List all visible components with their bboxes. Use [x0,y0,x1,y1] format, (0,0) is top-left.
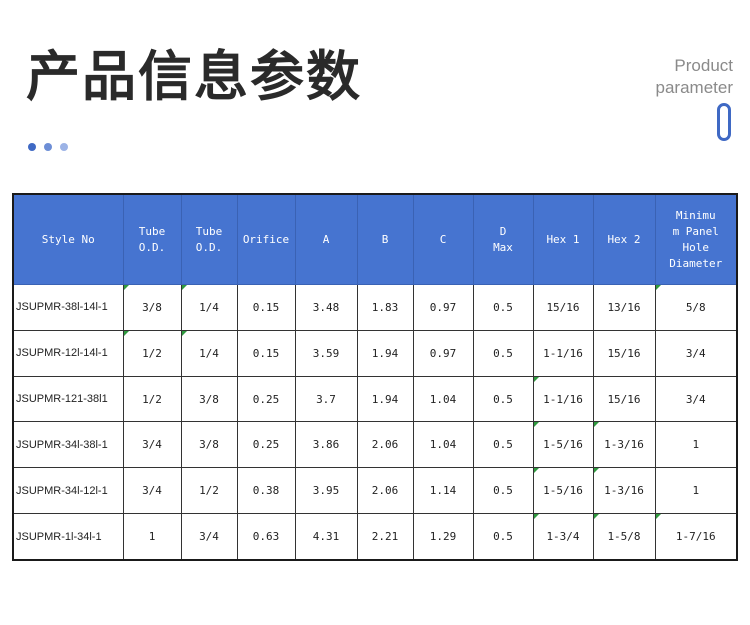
table-cell: 3/4 [122,421,182,469]
table-cell: 1-1/16 [532,375,594,423]
table-cell: 0.5 [472,513,534,561]
table-cell: 1-5/16 [532,421,594,469]
table-row: JSUPMR-34l-12l-1 3/4 1/2 0.38 3.95 2.06 … [12,467,738,515]
table-cell: 1.04 [412,375,474,423]
table-cell: JSUPMR-34l-38l-1 [12,421,124,469]
table-cell: 1/4 [180,284,238,331]
page-title: 产品信息参数 [26,45,362,108]
header-tube-od-1: Tube O.D. [122,193,182,285]
table-cell: JSUPMR-1l-34l-1 [12,513,124,561]
table-cell: 3.59 [294,329,358,377]
table-cell: 5/8 [654,284,738,331]
table-cell: JSUPMR-121-38l1 [12,375,124,423]
table-header-row: Style No Tube O.D. Tube O.D. Orifice A B C… [12,193,738,285]
table-cell: 1.04 [412,421,474,469]
table-row: JSUPMR-121-38l1 1/2 3/8 0.25 3.7 1.94 1.… [12,375,738,423]
table-cell: 1 [654,421,738,469]
table-cell: 0.5 [472,329,534,377]
dot-icon [28,143,36,151]
dot-icon [60,143,68,151]
table-cell: 3/4 [180,513,238,561]
header-hex-2: Hex 2 [592,193,656,285]
table-cell: 15/16 [592,329,656,377]
dot-icon [44,143,52,151]
table-cell: 15/16 [592,375,656,423]
table-cell: 1-7/16 [654,513,738,561]
header-min-panel-hole: Minimu m Panel Hole Diameter [654,193,738,285]
table-cell: 1-5/16 [532,467,594,515]
table-cell: 1.94 [356,375,414,423]
header-style-no: Style No [12,193,124,285]
table-cell: 1/4 [180,329,238,377]
decorative-dots [28,143,68,151]
table-cell: 1.83 [356,284,414,331]
table-row: JSUPMR-38l-14l-1 3/8 1/4 0.15 3.48 1.83 … [12,284,738,331]
table-row: JSUPMR-1l-34l-1 1 3/4 0.63 4.31 2.21 1.2… [12,513,738,561]
header-tube-od-2: Tube O.D. [180,193,238,285]
table-cell: 15/16 [532,284,594,331]
table-cell: JSUPMR-34l-12l-1 [12,467,124,515]
table-cell: 3/8 [122,284,182,331]
table-cell: 3/4 [654,375,738,423]
table-cell: 1.14 [412,467,474,515]
table-cell: 2.06 [356,467,414,515]
header-c: C [412,193,474,285]
table-cell: 1-5/8 [592,513,656,561]
table-cell: 1 [122,513,182,561]
table-cell: 13/16 [592,284,656,331]
table-cell: JSUPMR-38l-14l-1 [12,284,124,331]
header-hex-1: Hex 1 [532,193,594,285]
table-cell: 4.31 [294,513,358,561]
table-cell: 3/4 [654,329,738,377]
table-cell: 1-3/16 [592,467,656,515]
table-cell: JSUPMR-12l-14l-1 [12,329,124,377]
table-cell: 0.5 [472,375,534,423]
header-orifice: Orifice [236,193,296,285]
table-cell: 0.63 [236,513,296,561]
table-cell: 1.94 [356,329,414,377]
table-cell: 1-3/16 [592,421,656,469]
table-row: JSUPMR-34l-38l-1 3/4 3/8 0.25 3.86 2.06 … [12,421,738,469]
header-a: A [294,193,358,285]
header-b: B [356,193,414,285]
table-cell: 0.25 [236,375,296,423]
table-cell: 3/8 [180,375,238,423]
bracket-icon [717,103,731,141]
table-cell: 0.5 [472,421,534,469]
table-cell: 0.25 [236,421,296,469]
table-cell: 3.86 [294,421,358,469]
table-cell: 0.15 [236,329,296,377]
table-cell: 3.7 [294,375,358,423]
table-cell: 1/2 [180,467,238,515]
table-cell: 3.48 [294,284,358,331]
english-title: Product parameter [656,55,733,99]
table-cell: 1 [654,467,738,515]
table-cell: 1.29 [412,513,474,561]
table-cell: 3/8 [180,421,238,469]
table-cell: 1/2 [122,329,182,377]
english-title-line2: parameter [655,78,733,97]
table-row: JSUPMR-12l-14l-1 1/2 1/4 0.15 3.59 1.94 … [12,329,738,377]
table-cell: 0.97 [412,329,474,377]
table-cell: 0.38 [236,467,296,515]
table-cell: 3.95 [294,467,358,515]
table-cell: 0.15 [236,284,296,331]
product-parameter-table: Style No Tube O.D. Tube O.D. Orifice A B C… [12,193,738,561]
table-cell: 1-3/4 [532,513,594,561]
table-cell: 1-1/16 [532,329,594,377]
table-cell: 3/4 [122,467,182,515]
table-cell: 1/2 [122,375,182,423]
table-cell: 2.06 [356,421,414,469]
header-d-max: D Max [472,193,534,285]
table-cell: 0.5 [472,284,534,331]
table-cell: 0.97 [412,284,474,331]
english-title-line1: Product [674,56,733,75]
table-cell: 0.5 [472,467,534,515]
table-cell: 2.21 [356,513,414,561]
